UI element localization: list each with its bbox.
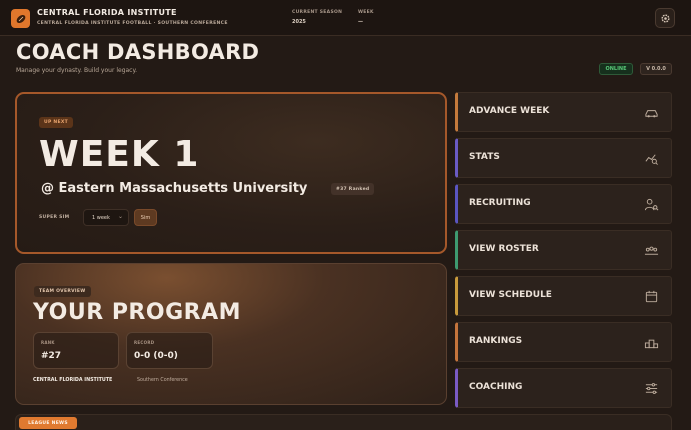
football-icon (16, 14, 25, 23)
season-label: CURRENT SEASON (292, 10, 343, 15)
program-conference: Southern Conference (137, 378, 188, 383)
chevron-down-icon: ⌄ (117, 213, 123, 220)
advance-week-label: ADVANCE WEEK (469, 106, 550, 116)
gear-icon (660, 13, 670, 23)
online-status-badge: ONLINE (599, 63, 633, 75)
team-overview-badge: TEAM OVERVIEW (34, 286, 91, 297)
league-news-badge: LEAGUE NEWS (19, 417, 77, 429)
rankings-button[interactable]: RANKINGS (455, 322, 672, 362)
page-title: COACH DASHBOARD (16, 40, 260, 64)
calendar-icon (645, 290, 658, 303)
record-value: 0-0 (0-0) (134, 351, 178, 361)
sim-duration-select[interactable]: 1 week ⌄ (83, 209, 129, 226)
super-sim-label: SUPER SIM (39, 215, 70, 220)
league-news-panel: LEAGUE NEWS (15, 414, 672, 430)
record-label: RECORD (134, 340, 155, 345)
opponent-name: @ Eastern Massachusetts University (41, 181, 308, 196)
rankings-label: RANKINGS (469, 336, 523, 346)
program-school: CENTRAL FLORIDA INSTITUTE (33, 378, 113, 383)
recruiting-label: RECRUITING (469, 198, 531, 208)
stats-button[interactable]: STATS (455, 138, 672, 178)
week-label: WEEK (358, 10, 374, 15)
rank-stat: RANK #27 (33, 332, 119, 369)
view-roster-label: VIEW ROSTER (469, 244, 539, 254)
rank-label: RANK (41, 340, 55, 345)
version-badge: V 0.0.0 (640, 63, 672, 75)
next-game-card: UP NEXT WEEK 1 @ Eastern Massachusetts U… (15, 92, 447, 254)
settings-button[interactable] (655, 8, 675, 28)
sim-button[interactable]: Sim (134, 209, 157, 226)
advance-week-button[interactable]: ADVANCE WEEK (455, 92, 672, 132)
school-name: CENTRAL FLORIDA INSTITUTE (37, 8, 177, 17)
team-icon (644, 246, 659, 255)
podium-icon (644, 339, 659, 349)
page-subtitle: Manage your dynasty. Build your legacy. (16, 67, 138, 74)
record-stat: RECORD 0-0 (0-0) (126, 332, 213, 369)
stats-label: STATS (469, 152, 500, 162)
week-title: WEEK 1 (39, 134, 200, 175)
opponent-rank-badge: #37 Ranked (331, 183, 375, 195)
coaching-label: COACHING (469, 382, 523, 392)
program-card: TEAM OVERVIEW YOUR PROGRAM RANK #27 RECO… (15, 263, 447, 405)
school-subtitle: CENTRAL FLORIDA INSTITUTE FOOTBALL · SOU… (37, 21, 228, 26)
season-value: 2025 (292, 19, 306, 25)
coaching-button[interactable]: COACHING (455, 368, 672, 408)
view-roster-button[interactable]: VIEW ROSTER (455, 230, 672, 270)
view-schedule-button[interactable]: VIEW SCHEDULE (455, 276, 672, 316)
top-bar: CENTRAL FLORIDA INSTITUTE CENTRAL FLORID… (0, 0, 691, 36)
view-schedule-label: VIEW SCHEDULE (469, 290, 552, 300)
user-search-icon (644, 198, 659, 211)
car-icon (645, 110, 658, 118)
program-title: YOUR PROGRAM (33, 300, 241, 325)
sim-duration-value: 1 week (92, 214, 110, 221)
week-value: — (358, 19, 363, 25)
rank-value: #27 (41, 351, 62, 361)
chart-search-icon (645, 154, 658, 165)
school-logo (11, 9, 30, 28)
up-next-badge: UP NEXT (39, 117, 73, 128)
recruiting-button[interactable]: RECRUITING (455, 184, 672, 224)
sliders-icon (645, 383, 658, 394)
